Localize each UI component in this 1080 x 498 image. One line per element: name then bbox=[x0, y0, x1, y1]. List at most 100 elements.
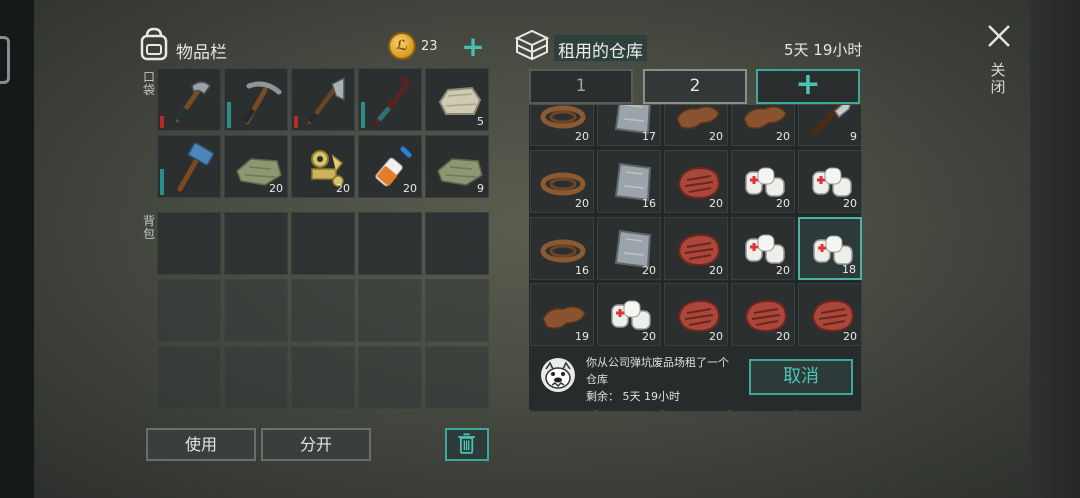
item-count: 9 bbox=[850, 130, 857, 143]
backpack-slot[interactable] bbox=[224, 279, 288, 342]
trash-button[interactable] bbox=[445, 428, 489, 461]
pocket-slot[interactable] bbox=[358, 68, 422, 131]
bulldog-logo-icon bbox=[541, 358, 575, 392]
storage-slot[interactable]: 16 bbox=[597, 150, 661, 213]
close-icon[interactable] bbox=[985, 22, 1013, 50]
hammer-icon bbox=[177, 142, 215, 192]
backpack-slot[interactable] bbox=[425, 279, 489, 342]
storage-slot[interactable]: 20 bbox=[731, 105, 795, 146]
item-count: 16 bbox=[642, 197, 656, 210]
storage-slot[interactable]: 20 bbox=[731, 217, 795, 280]
hatchet-icon bbox=[175, 81, 211, 123]
rental-info-line1: 你从公司弹坑废品场租了一个 bbox=[586, 356, 729, 369]
game-screen: 物品栏 ℒ 23 + 口袋 背包 5 20 20 20 9 租用的仓库 5天 19小时 … bbox=[0, 0, 1080, 498]
item-count: 9 bbox=[477, 182, 484, 195]
backpack-slot[interactable] bbox=[291, 212, 355, 275]
item-count: 20 bbox=[776, 197, 790, 210]
storage-tab-2[interactable]: 2 bbox=[643, 69, 747, 104]
durability-bar bbox=[227, 102, 231, 128]
pockets-label: 口袋 bbox=[142, 70, 155, 97]
add-storage-tab-button[interactable]: + bbox=[756, 69, 860, 104]
crowbar-icon bbox=[374, 77, 410, 125]
storage-slot[interactable]: 20 bbox=[530, 150, 594, 213]
storage-slot[interactable]: 20 bbox=[597, 283, 661, 346]
pocket-slot[interactable] bbox=[224, 68, 288, 131]
backpack-slot[interactable] bbox=[224, 346, 288, 409]
storage-slot[interactable]: 20 bbox=[530, 105, 594, 146]
item-count: 20 bbox=[642, 330, 656, 343]
item-count: 20 bbox=[776, 264, 790, 277]
backpack-slot[interactable] bbox=[425, 212, 489, 275]
durability-bar bbox=[361, 102, 365, 128]
pocket-slot[interactable] bbox=[157, 68, 221, 131]
coin-icon: ℒ bbox=[388, 32, 416, 60]
storage-box-icon bbox=[514, 29, 550, 61]
right-screen-edge bbox=[1030, 0, 1080, 498]
pocket-slot[interactable]: 9 bbox=[425, 135, 489, 198]
storage-row-partial: 20 17 20 20 9 bbox=[529, 105, 861, 147]
item-count: 20 bbox=[403, 182, 417, 195]
backpack-icon bbox=[140, 27, 168, 61]
storage-slot[interactable]: 20 bbox=[798, 150, 862, 213]
item-count: 20 bbox=[843, 197, 857, 210]
item-count: 20 bbox=[843, 330, 857, 343]
item-count: 20 bbox=[709, 264, 723, 277]
item-count: 19 bbox=[575, 330, 589, 343]
storage-slot[interactable]: 20 bbox=[664, 150, 728, 213]
storage-title: 租用的仓库 bbox=[554, 35, 647, 62]
backpack-slot[interactable] bbox=[358, 346, 422, 409]
storage-slot[interactable]: 18 bbox=[798, 217, 862, 280]
rental-info-line2: 仓库 bbox=[586, 373, 608, 386]
backpack-slot[interactable] bbox=[224, 212, 288, 275]
storage-slot[interactable]: 19 bbox=[530, 283, 594, 346]
backpack-slot[interactable] bbox=[291, 279, 355, 342]
pocket-slot[interactable]: 5 bbox=[425, 68, 489, 131]
item-count: 20 bbox=[336, 182, 350, 195]
storage-slot[interactable]: 16 bbox=[530, 217, 594, 280]
use-button[interactable]: 使用 bbox=[146, 428, 256, 461]
backpack-label: 背包 bbox=[142, 214, 155, 241]
close-label[interactable]: 关闭 bbox=[990, 62, 1006, 96]
backpack-slot[interactable] bbox=[157, 212, 221, 275]
item-count: 20 bbox=[776, 130, 790, 143]
durability-bar bbox=[160, 116, 164, 128]
storage-slot[interactable]: 20 bbox=[664, 283, 728, 346]
add-coins-button[interactable]: + bbox=[460, 33, 486, 61]
storage-time-left: 5天 19小时 bbox=[784, 41, 863, 59]
cancel-rental-button[interactable]: 取消 bbox=[749, 359, 853, 395]
split-button[interactable]: 分开 bbox=[261, 428, 371, 461]
backpack-slot[interactable] bbox=[157, 279, 221, 342]
storage-slot[interactable]: 20 bbox=[664, 105, 728, 146]
hex-icon bbox=[0, 36, 10, 84]
pocket-slot[interactable] bbox=[157, 135, 221, 198]
pocket-slot[interactable]: 20 bbox=[224, 135, 288, 198]
pocket-slot[interactable] bbox=[291, 68, 355, 131]
pocket-slot[interactable]: 20 bbox=[291, 135, 355, 198]
storage-slot[interactable]: 20 bbox=[731, 283, 795, 346]
inventory-title: 物品栏 bbox=[176, 43, 227, 63]
backpack-slot[interactable] bbox=[157, 346, 221, 409]
storage-slot[interactable]: 20 bbox=[597, 217, 661, 280]
backpack-slot[interactable] bbox=[358, 212, 422, 275]
durability-bar bbox=[294, 116, 298, 128]
item-count: 5 bbox=[477, 115, 484, 128]
storage-slot[interactable]: 20 bbox=[731, 150, 795, 213]
item-count: 20 bbox=[709, 330, 723, 343]
pocket-slot[interactable]: 20 bbox=[358, 135, 422, 198]
storage-slot[interactable]: 20 bbox=[798, 283, 862, 346]
storage-slot[interactable]: 20 bbox=[664, 217, 728, 280]
backpack-slot[interactable] bbox=[291, 346, 355, 409]
item-count: 20 bbox=[709, 130, 723, 143]
item-count: 20 bbox=[575, 130, 589, 143]
item-count: 18 bbox=[842, 263, 856, 276]
item-count: 20 bbox=[269, 182, 283, 195]
axe-icon bbox=[307, 76, 345, 125]
backpack-slot[interactable] bbox=[358, 279, 422, 342]
storage-slot[interactable]: 17 bbox=[597, 105, 661, 146]
storage-tab-1[interactable]: 1 bbox=[529, 69, 633, 104]
pickaxe-icon bbox=[242, 81, 282, 125]
durability-bar bbox=[160, 169, 164, 195]
trash-icon bbox=[458, 433, 475, 454]
storage-slot[interactable]: 9 bbox=[798, 105, 861, 146]
backpack-slot[interactable] bbox=[425, 346, 489, 409]
